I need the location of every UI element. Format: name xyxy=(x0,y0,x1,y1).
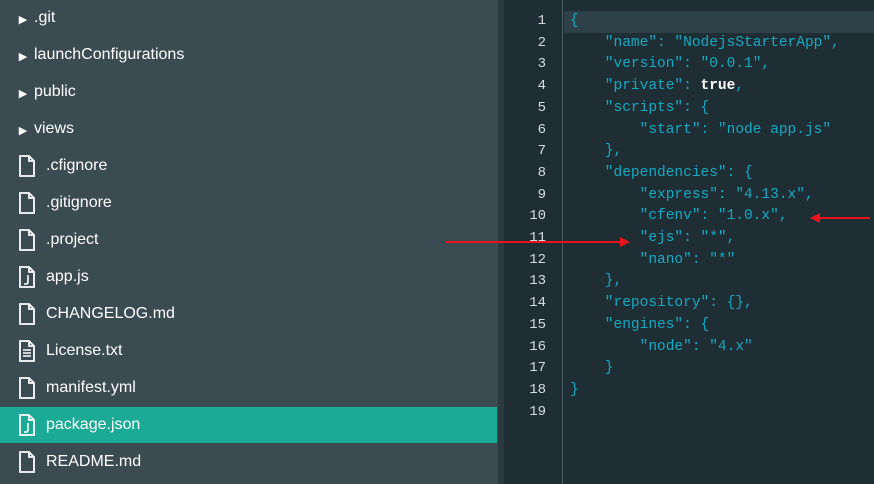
line-number-gutter: 1 2 3 4 5 6 7 8 9 10 11 12 13 14 15 16 17 18 19 xyxy=(504,0,563,484)
file-icon xyxy=(18,192,36,214)
tree-item-label: .project xyxy=(46,231,99,248)
file-icon xyxy=(18,303,36,325)
code-line[interactable]: "scripts": { xyxy=(570,98,709,120)
line-number: 14 xyxy=(529,295,546,312)
tree-item-label: License.txt xyxy=(46,342,123,359)
code-editor[interactable]: 1 2 3 4 5 6 7 8 9 10 11 12 13 14 15 16 17 18 19 { "name": … xyxy=(504,0,874,484)
code-line[interactable]: "engines": { xyxy=(570,315,709,337)
code-line[interactable]: "name": "NodejsStarterApp", xyxy=(570,33,840,55)
file-icon xyxy=(18,451,36,473)
file-item[interactable]: .gitignore xyxy=(0,185,498,221)
line-number: 11 xyxy=(529,230,546,246)
expand-arrow-icon[interactable]: ▶ xyxy=(18,122,28,137)
folder-item[interactable]: ▶ launchConfigurations xyxy=(0,37,498,73)
text-file-icon xyxy=(18,340,36,362)
line-number: 19 xyxy=(529,403,546,420)
line-number: 8 xyxy=(537,164,546,181)
tree-item-label: .cfignore xyxy=(46,157,108,174)
code-line[interactable]: "node": "4.x" xyxy=(570,337,753,359)
tree-item-label: manifest.yml xyxy=(46,379,136,396)
tree-item-label: CHANGELOG.md xyxy=(46,305,175,322)
line-number: 4 xyxy=(537,78,546,95)
line-number: 2 xyxy=(537,34,546,51)
code-line[interactable]: } xyxy=(570,358,614,380)
line-number: 16 xyxy=(529,338,546,355)
expand-arrow-icon[interactable]: ▶ xyxy=(18,11,28,26)
line-number: 9 xyxy=(537,186,546,203)
line-number: 3 xyxy=(537,56,546,73)
folder-item[interactable]: ▶ public xyxy=(0,74,498,110)
file-item[interactable]: manifest.yml xyxy=(0,370,498,406)
line-number: 15 xyxy=(529,316,546,333)
tree-item-label: README.md xyxy=(46,453,142,470)
tree-item-label: .git xyxy=(34,9,56,26)
code-line[interactable]: "dependencies": { xyxy=(570,163,753,185)
tree-item-label: app.js xyxy=(46,268,89,285)
expand-arrow-icon[interactable]: ▶ xyxy=(18,85,28,100)
code-line[interactable]: "private": true, xyxy=(570,76,744,98)
tree-item-label: .gitignore xyxy=(46,194,112,211)
code-line[interactable]: "start": "node app.js" xyxy=(570,120,831,142)
line-number: 13 xyxy=(529,273,546,290)
js-file-icon xyxy=(18,414,36,436)
file-item[interactable]: .cfignore xyxy=(0,148,498,184)
folder-item[interactable]: ▶ .git xyxy=(0,0,498,36)
code-line[interactable]: "express": "4.13.x", xyxy=(570,185,814,207)
file-item[interactable]: package.json xyxy=(0,407,497,443)
file-explorer: ▶ .git ▶ launchConfigurations ▶ public ▶ views.… xyxy=(0,0,498,484)
tree-item-label: launchConfigurations xyxy=(34,46,185,63)
code-line[interactable]: }, xyxy=(570,271,622,293)
line-number: 18 xyxy=(529,381,546,398)
line-number: 17 xyxy=(529,360,546,377)
code-line[interactable]: } xyxy=(570,380,579,402)
line-number: 12 xyxy=(529,251,546,268)
code-line[interactable]: "ejs": "*", xyxy=(570,228,736,250)
code-line[interactable]: "version": "0.0.1", xyxy=(570,54,770,76)
expand-arrow-icon[interactable]: ▶ xyxy=(18,48,28,63)
file-icon xyxy=(18,377,36,399)
code-area[interactable]: { "name": "NodejsStarterApp", "version":… xyxy=(564,0,874,484)
folder-item[interactable]: ▶ views xyxy=(0,111,498,147)
js-file-icon xyxy=(18,266,36,288)
line-number: 1 xyxy=(537,13,546,29)
file-icon xyxy=(18,155,36,177)
code-line[interactable]: "cfenv": "1.0.x", xyxy=(570,206,788,228)
code-line[interactable]: "repository": {}, xyxy=(570,293,753,315)
tree-item-label: views xyxy=(34,120,75,137)
line-number: 10 xyxy=(529,208,546,225)
code-line[interactable]: "nano": "*" xyxy=(570,250,736,272)
tree-item-label: public xyxy=(34,83,76,100)
code-line[interactable]: { xyxy=(564,11,874,33)
code-line[interactable]: }, xyxy=(570,141,622,163)
file-item[interactable]: app.js xyxy=(0,259,498,295)
file-item[interactable]: CHANGELOG.md xyxy=(0,296,498,332)
file-icon xyxy=(18,229,36,251)
line-number: 6 xyxy=(537,121,546,138)
file-item[interactable]: README.md xyxy=(0,444,498,480)
tree-item-label: package.json xyxy=(46,416,141,433)
file-item[interactable]: License.txt xyxy=(0,333,498,369)
line-number: 5 xyxy=(537,99,546,116)
file-item[interactable]: .project xyxy=(0,222,498,258)
line-number: 7 xyxy=(537,143,546,160)
